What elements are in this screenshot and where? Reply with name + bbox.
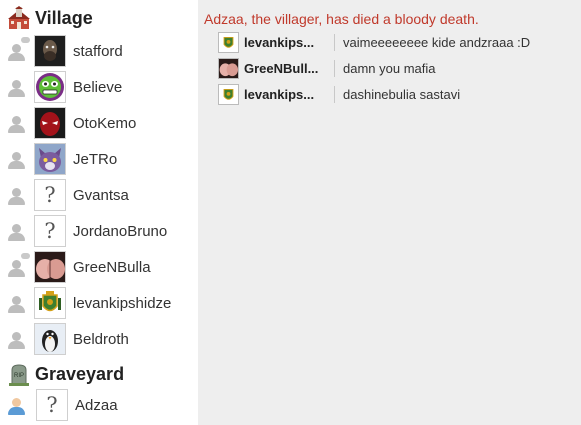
tombstone-icon: RIP: [9, 364, 29, 386]
avatar: [34, 287, 66, 319]
player-row-believe[interactable]: Believe: [6, 70, 196, 104]
player-row-gvantsa[interactable]: ? Gvantsa: [6, 178, 196, 212]
chat-message: GreeNBull... damn you mafia: [218, 57, 436, 79]
message-sender[interactable]: levankips...: [244, 87, 332, 102]
player-status-icon: [6, 148, 28, 170]
chat-message: levankips... dashinebulia sastavi: [218, 83, 460, 105]
message-text: damn you mafia: [343, 60, 436, 76]
message-sender[interactable]: GreeNBull...: [244, 61, 332, 76]
church-icon: [8, 6, 30, 29]
player-row-greenbulla[interactable]: GreeNBulla: [6, 250, 196, 284]
player-name: JeTRo: [73, 150, 118, 168]
message-sender[interactable]: levankips...: [244, 35, 332, 50]
message-text: dashinebulia sastavi: [343, 86, 461, 102]
player-sidebar: Village stafford Believe OtoKemo JeTRo ?…: [0, 0, 197, 425]
village-header: Village: [7, 5, 93, 31]
graveyard-title: Graveyard: [35, 363, 125, 384]
player-name: stafford: [73, 42, 123, 60]
question-mark-avatar: ?: [34, 179, 66, 211]
avatar: [218, 57, 239, 79]
player-row-adzaa[interactable]: ? Adzaa: [6, 388, 196, 422]
player-row-beldroth[interactable]: Beldroth: [6, 322, 196, 356]
avatar: [34, 35, 66, 67]
player-status-icon: [6, 328, 28, 350]
player-row-stafford[interactable]: stafford: [6, 34, 196, 68]
avatar: [34, 323, 66, 355]
divider: [334, 85, 335, 103]
player-row-otokemo[interactable]: OtoKemo: [6, 106, 196, 140]
player-status-icon: [6, 37, 30, 62]
divider: [334, 59, 335, 77]
player-name: Adzaa: [75, 396, 118, 414]
avatar: [218, 31, 239, 53]
player-status-icon: [6, 253, 30, 278]
graveyard-header: RIP Graveyard: [7, 361, 124, 387]
player-name: levankipshidze: [73, 294, 172, 312]
chat-message: levankips... vaimeeeeeeee kide andzraaa …: [218, 31, 530, 53]
avatar: [34, 107, 66, 139]
player-row-jetro[interactable]: JeTRo: [6, 142, 196, 176]
player-name: Beldroth: [73, 330, 129, 348]
system-message: Adzaa, the villager, has died a bloody d…: [204, 11, 479, 27]
svg-text:RIP: RIP: [14, 373, 24, 379]
player-status-icon: [6, 184, 28, 206]
avatar: [218, 83, 239, 105]
player-row-jordanobruno[interactable]: ? JordanoBruno: [6, 214, 196, 248]
player-status-icon: [6, 292, 28, 314]
player-status-icon: [6, 76, 28, 98]
avatar: [34, 143, 66, 175]
player-name: GreeNBulla: [73, 258, 151, 276]
player-status-icon: [6, 220, 28, 242]
message-text: vaimeeeeeeee kide andzraaa :D: [343, 34, 531, 50]
avatar: [34, 251, 66, 283]
player-row-levankipshidze[interactable]: levankipshidze: [6, 286, 196, 320]
player-name: OtoKemo: [73, 114, 137, 132]
avatar: [34, 71, 66, 103]
chat-panel: Adzaa, the villager, has died a bloody d…: [198, 0, 581, 425]
player-status-icon: [6, 394, 28, 416]
divider: [334, 33, 335, 51]
player-name: Believe: [73, 78, 123, 96]
question-mark-avatar: ?: [34, 215, 66, 247]
village-title: Village: [35, 7, 93, 28]
player-name: JordanoBruno: [73, 222, 168, 240]
question-mark-avatar: ?: [36, 389, 68, 421]
player-status-icon: [6, 112, 28, 134]
player-name: Gvantsa: [73, 186, 129, 204]
